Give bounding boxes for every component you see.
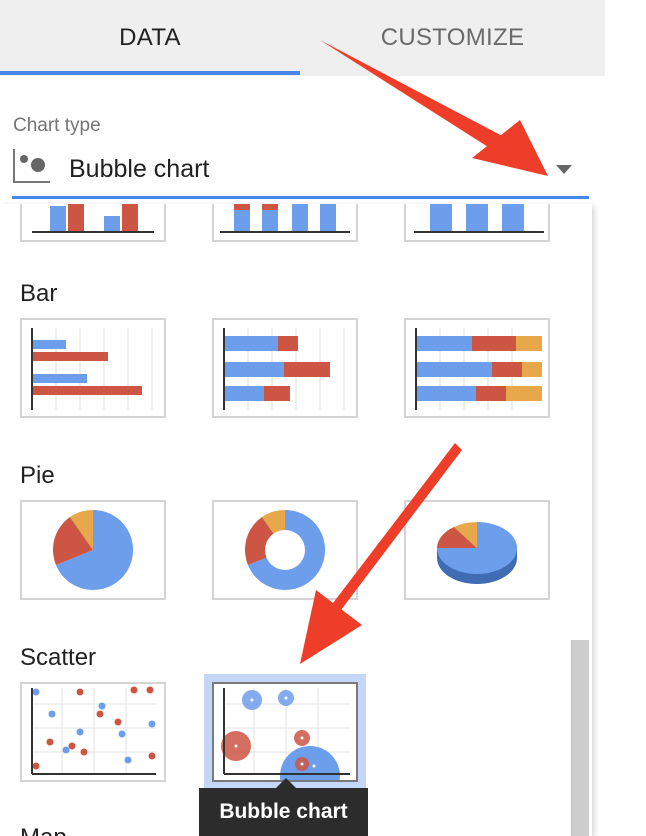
percent-bar-chart-option[interactable] bbox=[404, 318, 550, 418]
tab-customize-label: CUSTOMIZE bbox=[380, 24, 525, 51]
chart-type-select[interactable]: Bubble chart bbox=[12, 145, 588, 197]
scatter-chart-option[interactable] bbox=[20, 682, 166, 782]
stacked-column-chart-option[interactable] bbox=[212, 204, 358, 242]
donut-chart-option[interactable] bbox=[212, 500, 358, 600]
active-tab-indicator bbox=[0, 71, 300, 75]
chart-type-value: Bubble chart bbox=[69, 155, 210, 183]
bubble-chart-thumbnail-frame bbox=[212, 682, 358, 782]
bar-chart-option[interactable] bbox=[20, 318, 166, 418]
tooltip-tail bbox=[276, 778, 296, 788]
tab-data[interactable]: DATA bbox=[0, 0, 300, 76]
3d-pie-chart-option[interactable] bbox=[404, 500, 550, 600]
bubble-chart-icon bbox=[13, 149, 50, 183]
dropdown-scrollbar[interactable] bbox=[571, 640, 589, 836]
select-underline bbox=[12, 196, 589, 199]
section-title-map: Map bbox=[20, 824, 67, 836]
chart-type-label: Chart type bbox=[13, 115, 101, 136]
tab-data-label: DATA bbox=[119, 24, 181, 51]
3d-pie-thumbnail-icon bbox=[437, 522, 517, 584]
stacked-bar-thumbnail-icon bbox=[223, 328, 345, 410]
column-chart-option[interactable] bbox=[20, 204, 166, 242]
section-title-pie: Pie bbox=[20, 462, 55, 489]
tab-customize[interactable]: CUSTOMIZE bbox=[300, 0, 605, 76]
percent-column-thumbnail-icon bbox=[414, 204, 544, 233]
scatter-chart-thumbnail-icon bbox=[31, 686, 156, 775]
pie-chart-option[interactable] bbox=[20, 500, 166, 600]
bubble-chart-thumbnail-icon bbox=[221, 688, 350, 780]
pie-chart-thumbnail-icon bbox=[52, 509, 134, 590]
percent-bar-thumbnail-icon bbox=[415, 328, 542, 410]
chart-type-dropdown: Bar Pie Scatter bbox=[0, 204, 592, 836]
section-title-scatter: Scatter bbox=[20, 644, 97, 671]
section-title-bar: Bar bbox=[20, 280, 58, 307]
bubble-chart-option[interactable] bbox=[204, 674, 366, 788]
donut-chart-thumbnail-icon bbox=[244, 509, 326, 590]
stacked-bar-chart-option[interactable] bbox=[212, 318, 358, 418]
percent-column-chart-option[interactable] bbox=[404, 204, 550, 242]
bubble-chart-tooltip: Bubble chart bbox=[199, 788, 368, 836]
chevron-down-icon[interactable] bbox=[556, 165, 572, 174]
column-chart-thumbnail-icon bbox=[32, 204, 154, 233]
tab-bar: DATA CUSTOMIZE bbox=[0, 0, 605, 76]
stacked-column-thumbnail-icon bbox=[220, 204, 350, 233]
bar-chart-thumbnail-icon bbox=[31, 328, 153, 410]
